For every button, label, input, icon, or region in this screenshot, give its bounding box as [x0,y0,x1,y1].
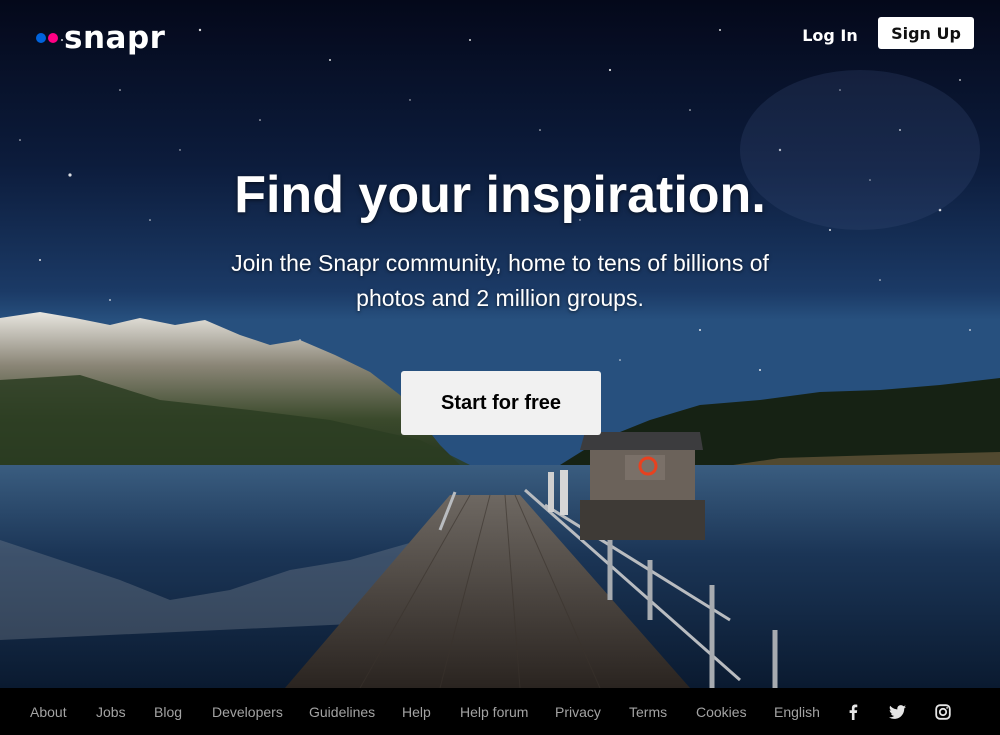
hero-subline: Join the Snapr community, home to tens o… [231,250,769,311]
footer: About Jobs Blog Developers Guidelines He… [0,688,1000,735]
footer-link-jobs[interactable]: Jobs [96,688,126,735]
logo-dots-icon [36,33,58,43]
footer-link-blog[interactable]: Blog [154,688,182,735]
footer-link-terms[interactable]: Terms [629,688,667,735]
twitter-icon[interactable] [887,702,907,722]
instagram-icon[interactable] [933,702,953,722]
footer-link-privacy[interactable]: Privacy [555,688,601,735]
login-link[interactable]: Log In [795,22,865,48]
footer-link-developers[interactable]: Developers [212,688,283,735]
footer-link-guidelines[interactable]: Guidelines [309,688,375,735]
facebook-icon[interactable] [843,702,863,722]
footer-link-help-forum[interactable]: Help forum [460,688,528,735]
logo-wordmark: snapr [64,19,166,56]
start-for-free-button[interactable]: Start for free [401,371,601,435]
hero-background [0,0,1000,688]
footer-link-about[interactable]: About [30,688,67,735]
hero-headline: Find your inspiration. [234,166,766,224]
snapr-logo[interactable]: snapr [36,20,165,56]
footer-link-help[interactable]: Help [402,688,431,735]
lake-pier-night-photo [0,0,1000,688]
footer-link-cookies[interactable]: Cookies [696,688,747,735]
signup-button[interactable]: Sign Up [878,17,974,49]
language-selector[interactable]: English [774,688,820,735]
